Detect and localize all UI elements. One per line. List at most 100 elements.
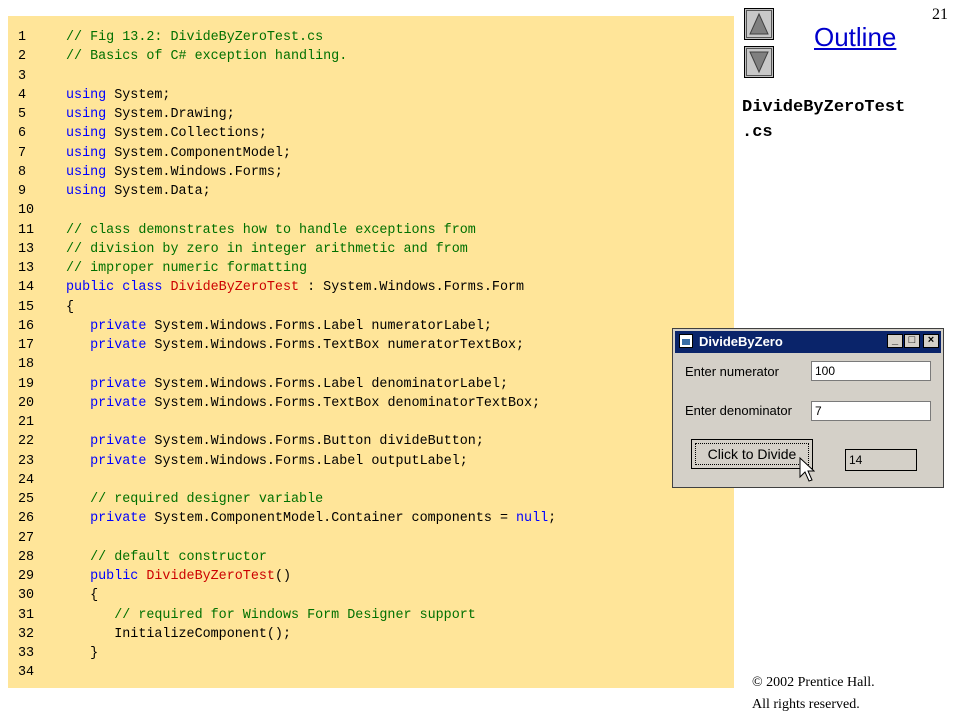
code-text: using System.Drawing; xyxy=(66,105,235,124)
code-token: } xyxy=(66,646,99,661)
code-token: () xyxy=(274,569,292,584)
code-text: { xyxy=(66,586,98,605)
line-number: 32 xyxy=(18,626,35,642)
code-token: DivideByZeroTest xyxy=(170,280,300,296)
code-text: using System; xyxy=(66,86,170,105)
maximize-button[interactable]: □ xyxy=(904,334,920,348)
numerator-label: Enter numerator xyxy=(685,364,779,379)
code-token: private xyxy=(66,511,155,527)
code-token: // class demonstrates how to handle exce… xyxy=(66,222,476,238)
line-number: 2 xyxy=(18,49,27,65)
app-icon xyxy=(679,334,693,348)
outline-link[interactable]: Outline xyxy=(814,22,896,53)
line-number: 19 xyxy=(18,376,35,392)
line-number: 18 xyxy=(18,357,35,373)
numerator-input[interactable]: 100 xyxy=(811,361,931,381)
code-token: private xyxy=(66,434,155,450)
copyright-line1: © 2002 Prentice Hall. xyxy=(752,675,875,690)
line-number: 16 xyxy=(18,318,35,334)
line-number: 13 xyxy=(18,261,35,276)
line-number: 13 xyxy=(18,241,35,257)
code-token: using xyxy=(66,164,115,180)
code-token: private xyxy=(66,318,155,334)
code-text: // division by zero in integer arithmeti… xyxy=(66,240,468,259)
code-token: private xyxy=(66,376,155,392)
code-token: System.Windows.Forms.Label denominatorLa… xyxy=(154,376,508,392)
line-number: 23 xyxy=(18,453,35,469)
code-text: // required for Windows Form Designer su… xyxy=(66,606,476,625)
code-token: public xyxy=(66,569,147,584)
code-token: // default constructor xyxy=(66,549,267,565)
code-token: { xyxy=(66,588,99,604)
line-number: 29 xyxy=(18,569,35,584)
next-slide-button[interactable] xyxy=(744,46,774,78)
triangle-up-icon xyxy=(749,12,769,35)
line-number: 5 xyxy=(18,107,27,122)
code-token: InitializeComponent(); xyxy=(66,626,291,642)
copyright: © 2002 Prentice Hall. All rights reserve… xyxy=(752,672,875,716)
code-token: using xyxy=(66,184,115,199)
code-token: System.Windows.Forms.Label outputLabel; xyxy=(154,453,468,469)
line-number: 8 xyxy=(18,164,27,180)
line-number: 25 xyxy=(18,492,35,507)
code-text: private System.Windows.Forms.TextBox den… xyxy=(66,394,540,413)
line-number: 21 xyxy=(18,415,35,430)
file-label-line1: DivideByZeroTest xyxy=(742,98,906,117)
line-number: 27 xyxy=(18,530,35,546)
code-token: private xyxy=(66,338,155,353)
code-token: System.Data; xyxy=(114,184,211,199)
code-token: System.ComponentModel; xyxy=(114,145,292,161)
code-token: System.Drawing; xyxy=(114,107,235,122)
code-token: System; xyxy=(114,87,171,103)
denominator-label: Enter denominator xyxy=(685,403,792,418)
code-text: private System.Windows.Forms.Button divi… xyxy=(66,432,484,451)
code-token: // required for Windows Form Designer su… xyxy=(66,607,476,623)
line-number: 7 xyxy=(18,145,27,161)
code-text: private System.Windows.Forms.Label outpu… xyxy=(66,452,468,471)
code-text: private System.ComponentModel.Container … xyxy=(66,509,556,528)
divide-button[interactable]: Click to Divide xyxy=(691,439,813,469)
code-token: // improper numeric formatting xyxy=(66,261,308,276)
denominator-input[interactable]: 7 xyxy=(811,401,931,421)
code-text: private System.Windows.Forms.TextBox num… xyxy=(66,336,524,355)
previous-slide-button[interactable] xyxy=(744,8,774,40)
code-text: private System.Windows.Forms.Label denom… xyxy=(66,375,508,394)
code-text: // Basics of C# exception handling. xyxy=(66,47,347,66)
code-text: private System.Windows.Forms.Label numer… xyxy=(66,317,492,336)
window-titlebar[interactable]: DivideByZero _ □ × xyxy=(675,331,941,353)
code-text: // improper numeric formatting xyxy=(66,259,307,278)
line-number: 26 xyxy=(18,511,35,527)
code-token: System.Windows.Forms; xyxy=(114,164,283,180)
line-number: 3 xyxy=(18,68,27,84)
line-number: 20 xyxy=(18,395,35,411)
code-token: private xyxy=(66,453,155,469)
line-number: 11 xyxy=(18,222,35,238)
code-token: // required designer variable xyxy=(66,492,324,507)
code-token: null xyxy=(516,511,549,527)
minimize-button[interactable]: _ xyxy=(887,334,903,348)
file-label-line2: .cs xyxy=(742,123,773,142)
code-token: using xyxy=(66,107,115,122)
code-text: using System.Data; xyxy=(66,182,211,201)
code-text: // class demonstrates how to handle exce… xyxy=(66,221,476,240)
mouse-cursor-icon xyxy=(799,457,815,482)
code-text: InitializeComponent(); xyxy=(66,625,291,644)
page-number: 21 xyxy=(932,6,948,23)
line-number: 22 xyxy=(18,434,35,450)
code-text: using System.Collections; xyxy=(66,124,267,143)
code-token: { xyxy=(66,299,75,315)
line-number: 4 xyxy=(18,87,27,103)
code-token: // division by zero in integer arithmeti… xyxy=(66,241,468,257)
code-token: : System.Windows.Forms.Form xyxy=(299,280,525,296)
code-token: private xyxy=(66,395,155,411)
code-token: public class xyxy=(66,280,171,296)
file-label: DivideByZeroTest .cs xyxy=(742,95,905,145)
line-number: 1 xyxy=(18,30,27,45)
window-title: DivideByZero xyxy=(699,334,783,349)
close-button[interactable]: × xyxy=(923,334,939,348)
code-token: using xyxy=(66,145,115,161)
code-token: // Fig 13.2: DivideByZeroTest.cs xyxy=(66,30,324,45)
line-number: 28 xyxy=(18,549,35,565)
code-token: System.Windows.Forms.TextBox denominator… xyxy=(154,395,541,411)
triangle-down-icon xyxy=(749,51,769,74)
